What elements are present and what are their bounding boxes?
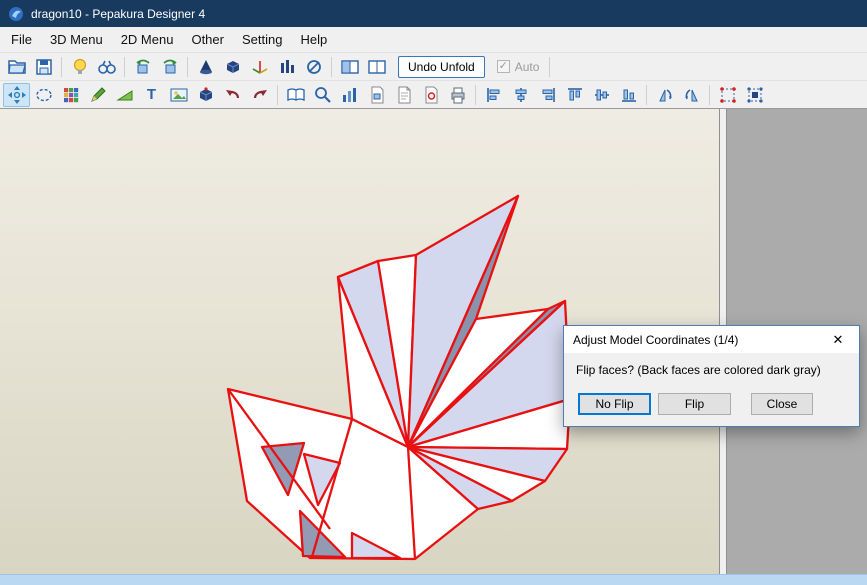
menu-2d[interactable]: 2D Menu xyxy=(112,28,183,51)
check-icon: ✓ xyxy=(498,60,508,72)
rotate-part-cw-icon[interactable] xyxy=(678,83,705,107)
layout-split-right-icon[interactable] xyxy=(363,55,390,79)
dialog-close-icon[interactable]: ✕ xyxy=(817,326,859,353)
layout-split-left-icon[interactable] xyxy=(336,55,363,79)
toolbar-separator xyxy=(709,84,710,105)
align-top-icon[interactable] xyxy=(561,83,588,107)
pencil-icon[interactable] xyxy=(84,83,111,107)
toolbar-separator xyxy=(124,56,125,77)
rotate-model-right-icon[interactable] xyxy=(156,55,183,79)
dialog-adjust-model-coordinates: Adjust Model Coordinates (1/4) ✕ Flip fa… xyxy=(563,325,860,427)
measure-ring-icon[interactable] xyxy=(300,55,327,79)
close-button[interactable]: Close xyxy=(751,393,813,415)
open-file-icon[interactable] xyxy=(3,55,30,79)
menu-help[interactable]: Help xyxy=(291,28,336,51)
window-title: dragon10 - Pepakura Designer 4 xyxy=(31,6,206,21)
menu-setting[interactable]: Setting xyxy=(233,28,291,51)
undo-icon[interactable] xyxy=(219,83,246,107)
dialog-body: Flip faces? (Back faces are colored dark… xyxy=(564,353,859,426)
toolbar-separator xyxy=(331,56,332,77)
cone-shape-icon[interactable] xyxy=(192,55,219,79)
dialog-buttons: No Flip Flip Close xyxy=(576,393,847,415)
parts-chart-icon[interactable] xyxy=(336,83,363,107)
texture-grid-icon[interactable] xyxy=(57,83,84,107)
dialog-title: Adjust Model Coordinates (1/4) xyxy=(573,332,739,347)
insert-image-icon[interactable] xyxy=(165,83,192,107)
menu-3d[interactable]: 3D Menu xyxy=(41,28,112,51)
rotate-model-left-icon[interactable] xyxy=(129,55,156,79)
select-mesh-icon[interactable] xyxy=(741,83,768,107)
no-flip-button[interactable]: No Flip xyxy=(578,393,651,415)
titlebar: dragon10 - Pepakura Designer 4 xyxy=(0,0,867,27)
undo-unfold-button[interactable]: Undo Unfold xyxy=(398,55,485,78)
toolbar-separator xyxy=(549,56,551,77)
auto-checkbox-group: ✓ Auto xyxy=(496,59,540,74)
menu-other[interactable]: Other xyxy=(182,28,233,51)
align-right-icon[interactable] xyxy=(534,83,561,107)
book-pages-icon[interactable] xyxy=(282,83,309,107)
rotate-part-ccw-icon[interactable] xyxy=(651,83,678,107)
auto-checkbox-label: Auto xyxy=(514,59,540,74)
toolbar-separator xyxy=(277,84,278,105)
toolbar-separator xyxy=(61,56,62,77)
app-icon xyxy=(8,6,24,22)
flip-button[interactable]: Flip xyxy=(658,393,731,415)
dialog-message: Flip faces? (Back faces are colored dark… xyxy=(576,363,821,377)
select-corners-icon[interactable] xyxy=(714,83,741,107)
align-bottom-icon[interactable] xyxy=(615,83,642,107)
cube-shape-icon[interactable] xyxy=(219,55,246,79)
menubar: File 3D Menu 2D Menu Other Setting Help xyxy=(0,27,867,52)
statusbar xyxy=(0,574,867,585)
menu-file[interactable]: File xyxy=(2,28,41,51)
toolbar-main: Undo Unfold ✓ Auto xyxy=(0,52,867,80)
dialog-titlebar: Adjust Model Coordinates (1/4) ✕ xyxy=(564,326,859,353)
page-copy-icon[interactable] xyxy=(390,83,417,107)
solid-box-icon[interactable] xyxy=(192,83,219,107)
page-number-icon[interactable] xyxy=(363,83,390,107)
save-icon[interactable] xyxy=(30,55,57,79)
axes-icon[interactable] xyxy=(246,55,273,79)
insert-text-icon[interactable]: T xyxy=(138,83,165,107)
fit-window-icon[interactable] xyxy=(309,83,336,107)
print-icon[interactable] xyxy=(444,83,471,107)
slope-edge-icon[interactable] xyxy=(111,83,138,107)
circle-select-icon[interactable] xyxy=(30,83,57,107)
align-left-icon[interactable] xyxy=(480,83,507,107)
pan-view-icon[interactable] xyxy=(3,82,30,107)
toolbar-separator xyxy=(646,84,647,105)
align-middle-icon[interactable] xyxy=(588,83,615,107)
scale-bars-icon[interactable] xyxy=(273,55,300,79)
toolbar-separator xyxy=(187,56,188,77)
toolbar-separator xyxy=(475,84,476,105)
page-target-icon[interactable] xyxy=(417,83,444,107)
light-icon[interactable] xyxy=(66,55,93,79)
auto-checkbox[interactable]: ✓ xyxy=(496,60,510,73)
toolbar-2d-tools: T xyxy=(0,80,867,108)
align-center-h-icon[interactable] xyxy=(507,83,534,107)
binoculars-view-icon[interactable] xyxy=(93,55,120,79)
redo-icon[interactable] xyxy=(246,83,273,107)
